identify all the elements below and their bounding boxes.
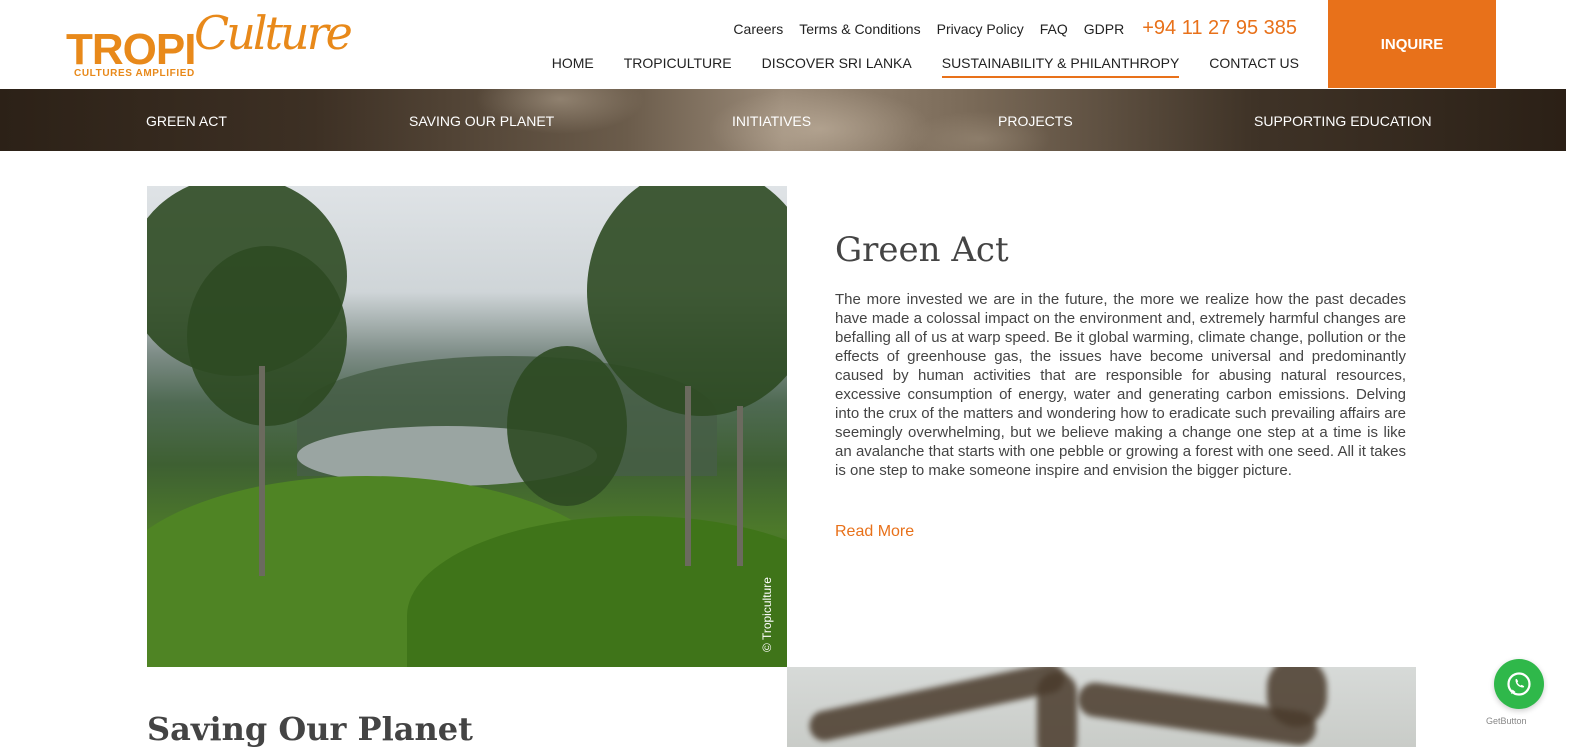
subnav-initiatives[interactable]: INITIATIVES [732, 113, 811, 129]
getbutton-credit[interactable]: GetButton [1486, 716, 1527, 726]
utility-links: Careers Terms & Conditions Privacy Polic… [733, 17, 1297, 40]
inquire-button[interactable]: INQUIRE [1328, 0, 1496, 88]
photo-trunk [685, 386, 691, 566]
gdpr-link[interactable]: GDPR [1084, 21, 1124, 37]
section-subnav: GREEN ACT SAVING OUR PLANET INITIATIVES … [0, 89, 1566, 151]
read-more-link[interactable]: Read More [835, 523, 914, 541]
subnav-projects[interactable]: PROJECTS [998, 113, 1073, 129]
photo-trunk [259, 366, 265, 576]
logo-wordmark: TROPI [66, 25, 196, 74]
whatsapp-icon [1507, 672, 1531, 696]
logo-tagline: CULTURES AMPLIFIED [74, 68, 195, 79]
photo-tree [507, 346, 627, 506]
nav-tropiculture[interactable]: TROPICULTURE [624, 55, 732, 78]
nav-sustainability[interactable]: SUSTAINABILITY & PHILANTHROPY [941, 55, 1180, 78]
nav-discover-sri-lanka[interactable]: DISCOVER SRI LANKA [762, 55, 912, 78]
photo-credit: © Tropiculture [760, 577, 774, 652]
green-act-body: The more invested we are in the future, … [835, 291, 1406, 479]
privacy-link[interactable]: Privacy Policy [937, 21, 1024, 37]
saving-planet-heading: Saving Our Planet [147, 710, 473, 747]
site-header: TROPI Culture CULTURES AMPLIFIED Careers… [0, 0, 1581, 89]
subnav-saving-our-planet[interactable]: SAVING OUR PLANET [409, 113, 554, 129]
saving-planet-photo [787, 667, 1416, 747]
nav-home[interactable]: HOME [552, 55, 594, 78]
subnav-supporting-education[interactable]: SUPPORTING EDUCATION [1254, 113, 1432, 129]
photo-trunk [737, 406, 743, 566]
photo-branch [806, 667, 1068, 744]
subnav-green-act[interactable]: GREEN ACT [146, 113, 227, 129]
photo-branch [1267, 667, 1327, 727]
nav-contact-us[interactable]: CONTACT US [1209, 55, 1299, 78]
careers-link[interactable]: Careers [733, 21, 783, 37]
main-nav: HOME TROPICULTURE DISCOVER SRI LANKA SUS… [552, 55, 1299, 78]
photo-tree [187, 246, 347, 426]
photo-branch [1037, 672, 1077, 747]
green-act-heading: Green Act [835, 230, 1009, 270]
whatsapp-button[interactable] [1494, 659, 1544, 709]
green-act-photo [147, 186, 787, 667]
logo-script: Culture [194, 6, 353, 60]
phone-number[interactable]: +94 11 27 95 385 [1142, 17, 1297, 40]
terms-link[interactable]: Terms & Conditions [799, 21, 920, 37]
faq-link[interactable]: FAQ [1040, 21, 1068, 37]
site-logo[interactable]: TROPI Culture CULTURES AMPLIFIED [66, 10, 353, 82]
